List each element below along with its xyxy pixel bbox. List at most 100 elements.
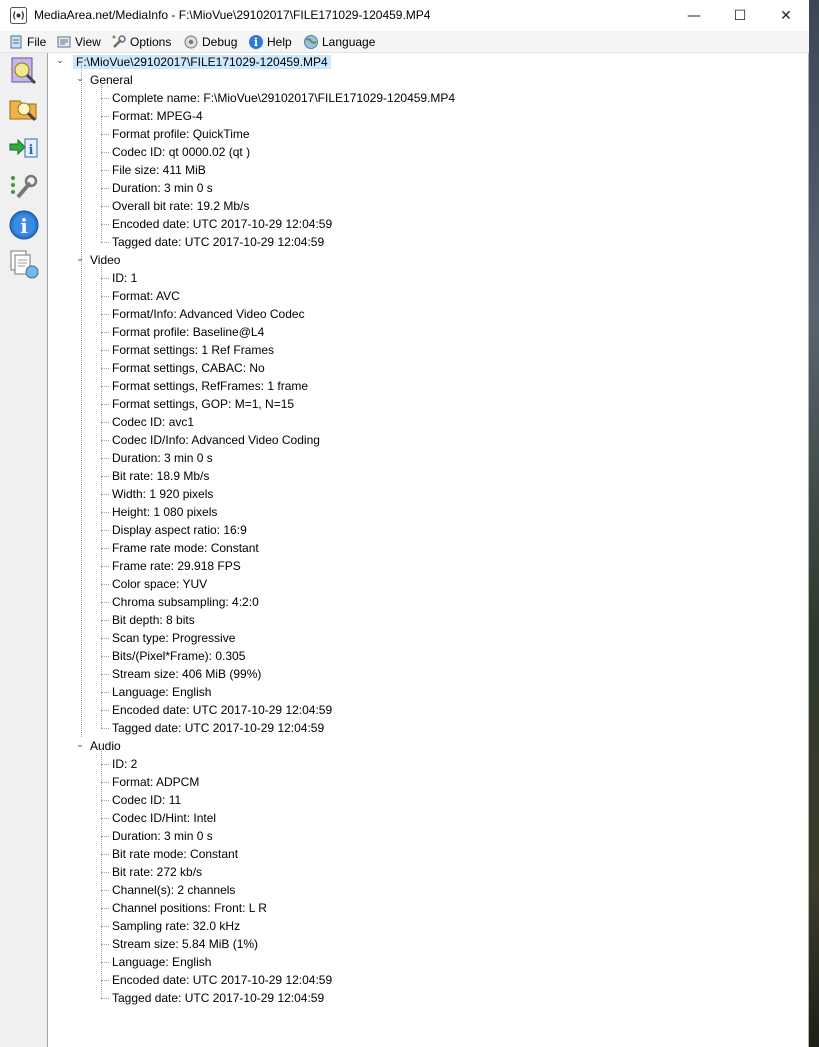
tree-item[interactable]: Frame rate: 29.918 FPS [112,557,241,575]
tree-item[interactable]: Tagged date: UTC 2017-10-29 12:04:59 [112,719,324,737]
menu-view[interactable]: View [56,33,101,50]
tree-item[interactable]: Format profile: Baseline@L4 [112,323,264,341]
expand-chevron-icon[interactable]: ⌄ [75,254,85,264]
tree-connector [101,782,109,783]
tree-item[interactable]: ID: 1 [112,269,137,287]
tree-connector [101,494,109,495]
tree-item[interactable]: ID: 2 [112,755,137,773]
tree-item[interactable]: Color space: YUV [112,575,207,593]
menu-language[interactable]: Language [303,33,375,50]
tree-connector [101,530,109,531]
tree-item[interactable]: Format: MPEG-4 [112,107,203,125]
tree-item[interactable]: Codec ID: 11 [112,791,181,809]
tree-item[interactable]: Stream size: 5.84 MiB (1%) [112,935,258,953]
help-icon: i [248,34,264,50]
tree-item[interactable]: Format: AVC [112,287,180,305]
menu-options[interactable]: Options [111,33,171,50]
open-file-button[interactable] [8,55,40,87]
tree-item[interactable]: Format settings, CABAC: No [112,359,265,377]
menu-debug-label: Debug [202,34,238,49]
tree-item[interactable]: Duration: 3 min 0 s [112,449,213,467]
tree-item[interactable]: Format settings: 1 Ref Frames [112,341,274,359]
window-title: MediaArea.net/MediaInfo - F:\MioVue\2910… [34,8,431,22]
tree-item[interactable]: Codec ID/Hint: Intel [112,809,216,827]
tree-connector [101,836,109,837]
tree-connector [101,749,102,998]
open-folder-button[interactable] [8,92,40,124]
tree-connector [101,440,109,441]
tree-item[interactable]: Format settings, RefFrames: 1 frame [112,377,308,395]
title-bar[interactable]: MediaArea.net/MediaInfo - F:\MioVue\2910… [0,0,809,31]
tree-item[interactable]: Overall bit rate: 19.2 Mb/s [112,197,249,215]
tree-item[interactable]: Width: 1 920 pixels [112,485,213,503]
expand-chevron-icon[interactable]: ⌄ [55,56,65,66]
tree-connector [101,710,109,711]
tree-item[interactable]: Display aspect ratio: 16:9 [112,521,247,539]
desktop-background [809,0,819,1047]
tree-item[interactable]: Duration: 3 min 0 s [112,179,213,197]
svg-text:i: i [20,214,28,238]
knowledge-base-button[interactable] [8,248,40,280]
tree-connector [101,656,109,657]
tree-connector [101,314,109,315]
menu-bar: File View Options Debug i Help Language [0,31,809,53]
debug-icon [183,34,199,50]
tree-item[interactable]: Duration: 3 min 0 s [112,827,213,845]
tree-item[interactable]: Height: 1 080 pixels [112,503,217,521]
export-icon: i [9,138,38,158]
tree-item[interactable]: Frame rate mode: Constant [112,539,259,557]
tree-item[interactable]: Stream size: 406 MiB (99%) [112,665,261,683]
tree-item[interactable]: File size: 411 MiB [112,161,206,179]
info-tree-view[interactable]: ⌄ F:\MioVue\29102017\FILE171029-120459.MP… [48,53,808,1047]
tree-item[interactable]: Language: English [112,953,211,971]
tree-item[interactable]: Channel positions: Front: L R [112,899,267,917]
tree-connector [101,728,109,729]
tree-item[interactable]: Bit rate: 272 kb/s [112,863,202,881]
language-icon [303,34,319,50]
tree-item[interactable]: Format profile: QuickTime [112,125,250,143]
tree-item[interactable]: Language: English [112,683,211,701]
tree-item[interactable]: Codec ID: qt 0000.02 (qt ) [112,143,250,161]
tree-item[interactable]: Bit rate: 18.9 Mb/s [112,467,209,485]
export-button[interactable]: i [8,132,40,164]
tree-item[interactable]: Chroma subsampling: 4:2:0 [112,593,259,611]
tree-section-audio[interactable]: Audio [90,737,121,755]
expand-chevron-icon[interactable]: ⌄ [75,740,85,750]
expand-chevron-icon[interactable]: ⌄ [75,74,85,84]
tree-item[interactable]: Channel(s): 2 channels [112,881,235,899]
about-button[interactable]: i [8,209,40,241]
tree-connector [101,674,109,675]
tree-connector [101,602,109,603]
menu-debug[interactable]: Debug [183,33,237,50]
tree-item[interactable]: Tagged date: UTC 2017-10-29 12:04:59 [112,233,324,251]
tree-connector [101,872,109,873]
tree-item[interactable]: Complete name: F:\MioVue\29102017\FILE17… [112,89,455,107]
svg-text:i: i [29,143,34,158]
tree-root-file[interactable]: F:\MioVue\29102017\FILE171029-120459.MP4 [73,53,331,71]
tree-item[interactable]: Bit rate mode: Constant [112,845,238,863]
tree-connector [101,116,109,117]
tree-connector [101,962,109,963]
tree-item[interactable]: Format settings, GOP: M=1, N=15 [112,395,294,413]
tree-item[interactable]: Encoded date: UTC 2017-10-29 12:04:59 [112,215,332,233]
menu-help[interactable]: i Help [248,33,292,50]
maximize-button[interactable]: ☐ [717,0,763,31]
tree-item[interactable]: Bits/(Pixel*Frame): 0.305 [112,647,245,665]
tree-item[interactable]: Scan type: Progressive [112,629,235,647]
tree-item[interactable]: Format/Info: Advanced Video Codec [112,305,305,323]
tree-item[interactable]: Encoded date: UTC 2017-10-29 12:04:59 [112,971,332,989]
tree-item[interactable]: Format: ADPCM [112,773,199,791]
tree-item[interactable]: Codec ID: avc1 [112,413,194,431]
tree-item[interactable]: Sampling rate: 32.0 kHz [112,917,240,935]
preferences-button[interactable] [8,171,40,203]
tree-item[interactable]: Bit depth: 8 bits [112,611,195,629]
tree-section-video[interactable]: Video [90,251,120,269]
tree-item[interactable]: Codec ID/Info: Advanced Video Coding [112,431,320,449]
tree-item[interactable]: Tagged date: UTC 2017-10-29 12:04:59 [112,989,324,1007]
minimize-button[interactable]: — [671,0,717,31]
menu-file[interactable]: File [8,33,46,50]
tree-item[interactable]: Encoded date: UTC 2017-10-29 12:04:59 [112,701,332,719]
tree-section-general[interactable]: General [90,71,133,89]
close-button[interactable]: ✕ [763,0,809,31]
svg-text:i: i [254,36,258,49]
